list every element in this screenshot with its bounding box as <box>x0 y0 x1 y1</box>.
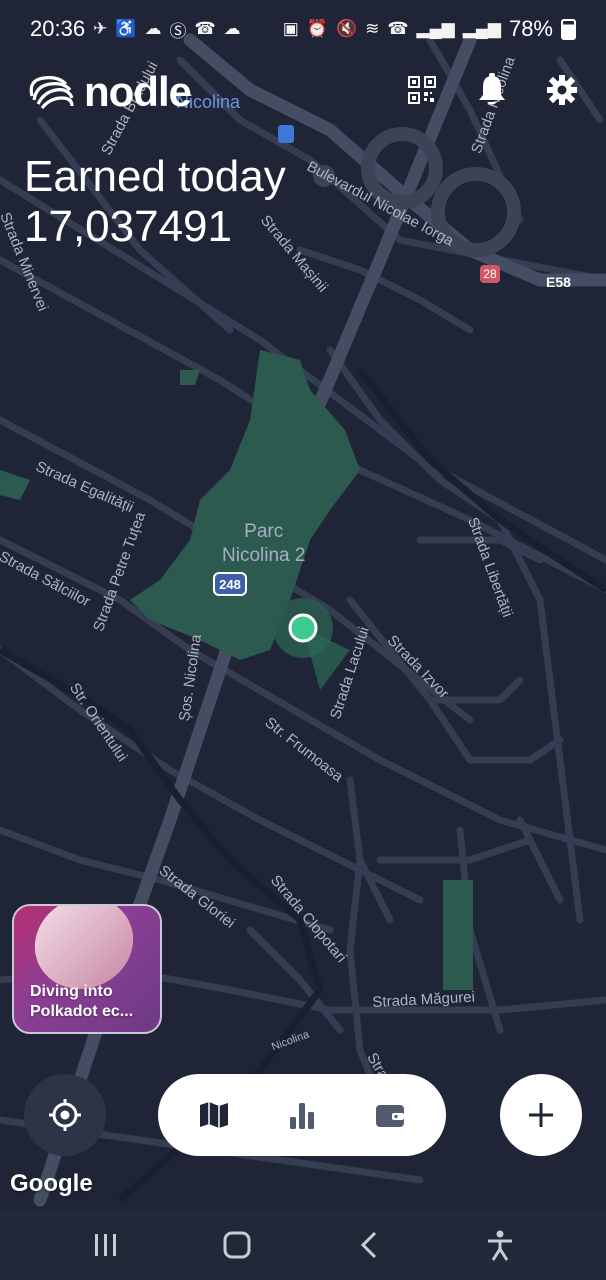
stats-icon <box>290 1103 314 1129</box>
cloud-icon: ☁ <box>223 19 241 38</box>
home-icon <box>223 1231 251 1259</box>
tab-stats[interactable] <box>278 1091 326 1139</box>
wifi-icon: ≋ <box>365 19 380 38</box>
accessibility-button[interactable] <box>478 1223 522 1267</box>
home-button[interactable] <box>215 1223 259 1267</box>
time: 20:36 <box>30 16 86 41</box>
gear-icon <box>547 75 577 105</box>
battery-percent: 78% <box>508 16 553 41</box>
alarm-icon: ⏰ <box>306 19 328 38</box>
map-icon <box>200 1102 228 1128</box>
screen-record-icon: ▣ <box>282 19 299 38</box>
crosshair-icon <box>49 1099 81 1131</box>
earned-today-label: Earned today <box>24 152 286 201</box>
story-title: Diving into Polkadot ec... <box>30 983 134 1020</box>
signal-icon: ▂▄▆ <box>416 19 455 38</box>
system-nav-bar <box>0 1210 606 1280</box>
my-location-button[interactable] <box>24 1074 106 1156</box>
park-label: Parc Nicolina 2 <box>222 521 306 566</box>
story-card[interactable]: Diving into Polkadot ec... <box>12 904 162 1034</box>
plus-icon <box>529 1103 553 1127</box>
route-e58-label: E58 <box>546 274 571 290</box>
nodle-logo-icon <box>29 76 74 110</box>
cloud-sync-icon: ☁ <box>144 19 162 38</box>
earned-today-value: 17,037491 <box>24 202 232 251</box>
logo-text: nodle <box>84 68 192 115</box>
logo: nodle <box>24 68 192 116</box>
recent-apps-icon <box>94 1234 116 1256</box>
bell-icon <box>479 73 505 105</box>
top-actions <box>402 70 582 110</box>
mute-icon: 🔇 <box>335 19 358 38</box>
earned-today: Earned today 17,037491 <box>24 152 286 252</box>
bottom-tab-bar <box>158 1074 446 1156</box>
notifications-button[interactable] <box>472 70 512 110</box>
telegram-icon: ✈ <box>93 19 108 38</box>
wifi-call-icon: ☎ <box>194 19 216 38</box>
qr-code-button[interactable] <box>402 70 442 110</box>
add-button[interactable] <box>500 1074 582 1156</box>
recent-apps-button[interactable] <box>84 1223 128 1267</box>
accessibility-icon: ♿ <box>115 19 137 38</box>
accessibility-person-icon <box>488 1230 513 1261</box>
tab-map[interactable] <box>190 1091 238 1139</box>
back-button[interactable] <box>347 1223 391 1267</box>
back-icon <box>360 1231 376 1259</box>
status-bar: 20:36 ✈ ♿ ☁ Ⓢ ☎ ☁ ▣ ⏰ 🔇 ≋ ☎ ▂▄▆ ▂▄▆ 78% <box>0 0 606 58</box>
google-attribution: Google <box>10 1170 93 1197</box>
wallet-icon <box>376 1105 404 1127</box>
battery-icon <box>561 18 576 40</box>
settings-button[interactable] <box>542 70 582 110</box>
route-shield-248: 248 <box>213 572 247 596</box>
signal-icon-2: ▂▄▆ <box>462 19 501 38</box>
tab-wallet[interactable] <box>366 1091 414 1139</box>
status-left: 20:36 ✈ ♿ ☁ Ⓢ ☎ ☁ <box>30 16 241 42</box>
status-right: ▣ ⏰ 🔇 ≋ ☎ ▂▄▆ ▂▄▆ 78% <box>283 16 576 42</box>
qr-code-icon <box>408 76 436 104</box>
s-icon: Ⓢ <box>169 21 187 41</box>
route-shield-28: 28 <box>480 265 500 283</box>
call-icon: ☎ <box>387 19 409 38</box>
